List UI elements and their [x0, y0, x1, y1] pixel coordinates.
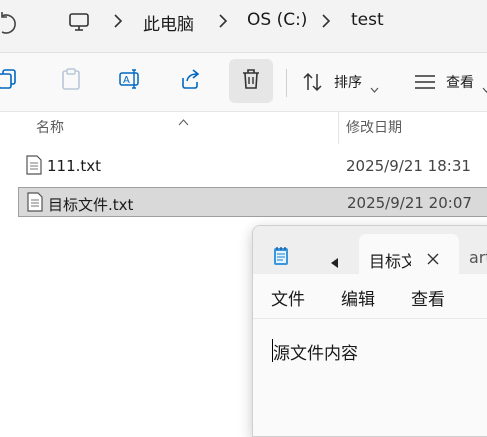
view-button[interactable]: 查看: [446, 72, 474, 92]
toolbar-divider: [286, 69, 287, 97]
view-icon[interactable]: [414, 73, 436, 95]
breadcrumb-this-pc[interactable]: 此电脑: [143, 10, 194, 35]
copy-icon: [0, 68, 19, 94]
tab-title: 目标文: [369, 252, 411, 271]
share-button[interactable]: [168, 59, 212, 103]
chevron-down-icon: [482, 78, 487, 97]
address-bar: 此电脑 OS (C:) test: [0, 0, 487, 53]
sort-button[interactable]: 排序: [334, 72, 362, 92]
file-row[interactable]: 111.txt 2025/9/21 18:31: [18, 151, 487, 181]
computer-icon: [68, 11, 90, 37]
refresh-icon[interactable]: [0, 12, 20, 40]
copy-button[interactable]: [0, 59, 30, 103]
chevron-right-icon[interactable]: [113, 13, 123, 33]
column-divider[interactable]: [338, 112, 339, 144]
notepad-menubar: 文件 编辑 查看: [253, 274, 487, 319]
chevron-down-icon: [370, 78, 379, 97]
file-name: 111.txt: [47, 157, 102, 175]
rename-icon: A: [118, 68, 142, 94]
column-modified[interactable]: 修改日期: [346, 117, 402, 137]
notepad-window: 目标文 art 文件 编辑 查看 源文件内容: [252, 225, 487, 437]
text-file-icon: [26, 155, 42, 179]
chevron-right-icon[interactable]: [218, 13, 228, 33]
menu-view[interactable]: 查看: [411, 285, 445, 310]
notepad-titlebar[interactable]: 目标文 art: [253, 226, 487, 276]
column-headers: 名称 修改日期: [0, 112, 487, 144]
share-icon: [179, 68, 201, 94]
file-modified: 2025/9/21 20:07: [347, 194, 472, 212]
menu-edit[interactable]: 编辑: [341, 285, 375, 310]
text-file-icon: [27, 192, 43, 216]
rename-button[interactable]: A: [108, 59, 152, 103]
breadcrumb-drive[interactable]: OS (C:): [247, 10, 307, 30]
file-modified: 2025/9/21 18:31: [346, 157, 471, 175]
file-name: 目标文件.txt: [48, 196, 134, 214]
editor-content[interactable]: 源文件内容: [273, 339, 358, 364]
close-icon[interactable]: [427, 250, 439, 269]
menu-file[interactable]: 文件: [271, 285, 305, 310]
paste-button[interactable]: [49, 59, 93, 103]
sort-icon[interactable]: [302, 71, 324, 97]
notepad-icon: [273, 246, 289, 270]
tab-active-file[interactable]: 目标文: [359, 234, 459, 276]
sort-ascending-icon: [178, 111, 189, 130]
scroll-left-icon[interactable]: [331, 253, 339, 272]
breadcrumb-folder[interactable]: test: [351, 10, 384, 30]
delete-button[interactable]: [229, 59, 273, 103]
column-name[interactable]: 名称: [36, 117, 64, 137]
chevron-right-icon[interactable]: [321, 13, 331, 33]
file-row-selected[interactable]: 目标文件.txt 2025/9/21 20:07: [18, 187, 487, 217]
command-bar: A 排序 查看: [0, 53, 487, 112]
tab-next-file[interactable]: art: [469, 248, 487, 267]
delete-icon: [241, 68, 261, 94]
svg-text:A: A: [123, 75, 130, 86]
paste-icon: [60, 67, 82, 95]
